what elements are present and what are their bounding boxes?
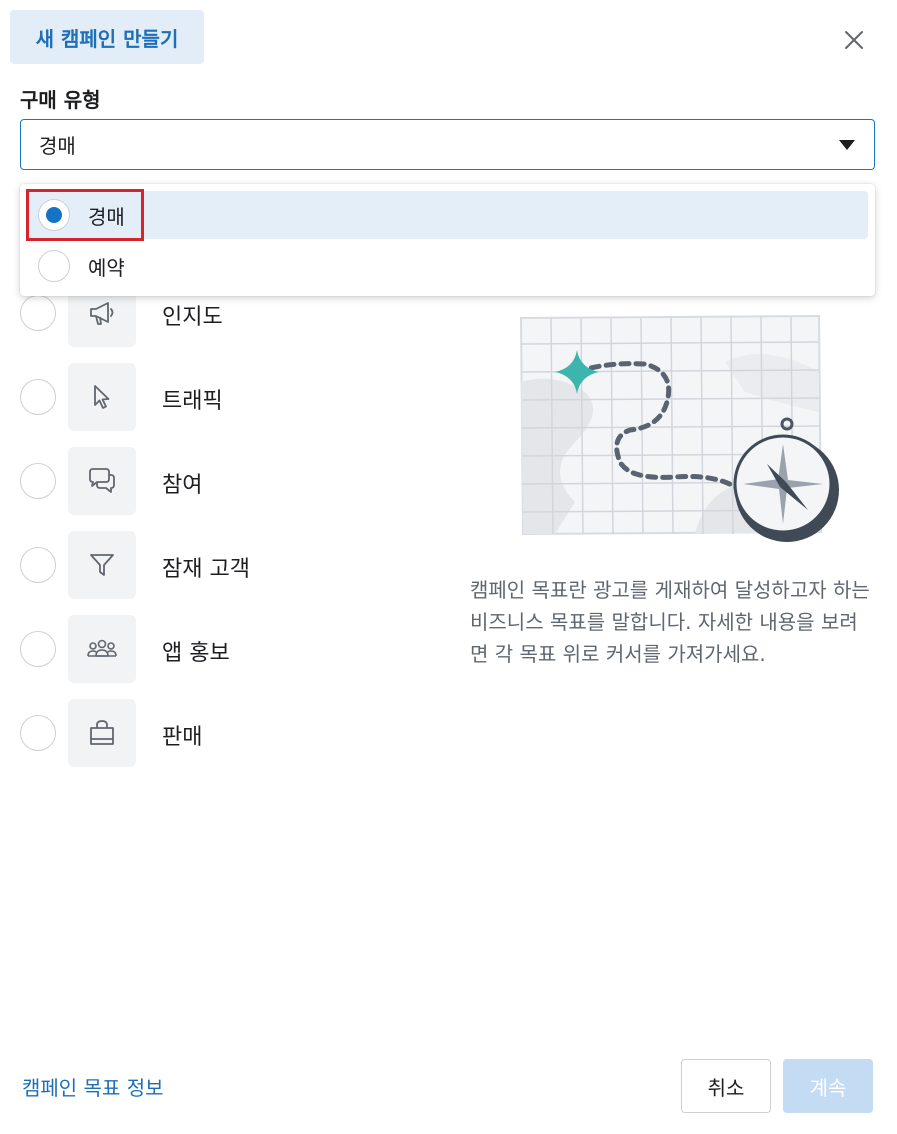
- objective-radio[interactable]: [20, 631, 56, 667]
- close-icon: [845, 31, 863, 49]
- objective-radio[interactable]: [20, 379, 56, 415]
- radio-reservation[interactable]: [38, 250, 70, 282]
- objective-label: 앱 홍보: [162, 641, 230, 666]
- option-reservation[interactable]: 예약: [26, 242, 868, 290]
- objective-icon-tile: [68, 531, 136, 599]
- close-button[interactable]: [836, 22, 872, 58]
- option-auction[interactable]: 경매: [26, 191, 868, 239]
- campaign-objective-info-link[interactable]: 캠페인 목표 정보: [22, 1072, 164, 1101]
- objective-icon-tile: [68, 615, 136, 683]
- funnel-icon: [90, 554, 114, 576]
- objective-icon-tile: [68, 363, 136, 431]
- objective-label: 판매: [162, 725, 203, 750]
- objective-engagement[interactable]: 참여: [20, 447, 420, 515]
- shopping-bag-icon: [90, 720, 114, 745]
- buying-type-selected-value: 경매: [39, 134, 76, 158]
- objective-label: 참여: [162, 473, 203, 498]
- objective-label: 트래픽: [162, 389, 223, 414]
- objective-sales[interactable]: 판매: [20, 699, 420, 767]
- objective-label: 인지도: [162, 305, 223, 330]
- option-reservation-label: 예약: [88, 255, 125, 280]
- objective-leads[interactable]: 잠재 고객: [20, 531, 420, 599]
- objective-label: 잠재 고객: [162, 557, 250, 582]
- objective-radio[interactable]: [20, 547, 56, 583]
- objective-icon-tile: [68, 447, 136, 515]
- objective-icon-tile: [68, 699, 136, 767]
- objective-traffic[interactable]: 트래픽: [20, 363, 420, 431]
- people-icon: [87, 639, 117, 657]
- map-compass-illustration: [519, 314, 839, 542]
- dialog-title: 새 캠페인 만들기: [10, 10, 204, 64]
- objective-radio[interactable]: [20, 463, 56, 499]
- objective-app-promotion[interactable]: 앱 홍보: [20, 615, 420, 683]
- dialog-title-text: 새 캠페인 만들기: [35, 26, 179, 51]
- buying-type-dropdown: 경매 예약: [20, 184, 875, 296]
- objective-radio[interactable]: [20, 715, 56, 751]
- buying-type-label: 구매 유형: [20, 88, 101, 112]
- megaphone-icon: [90, 302, 114, 325]
- cancel-button[interactable]: 취소: [681, 1059, 771, 1113]
- chat-bubbles-icon: [89, 468, 115, 493]
- objective-radio[interactable]: [20, 295, 56, 331]
- caret-down-icon: [839, 140, 855, 150]
- objective-description: 캠페인 목표란 광고를 게재하여 달성하고자 하는 비즈니스 목표를 말합니다.…: [470, 578, 870, 666]
- selection-highlight-box: [26, 189, 144, 241]
- continue-button[interactable]: 계속: [783, 1059, 873, 1113]
- cursor-icon: [94, 385, 110, 409]
- buying-type-select[interactable]: 경매: [20, 119, 875, 170]
